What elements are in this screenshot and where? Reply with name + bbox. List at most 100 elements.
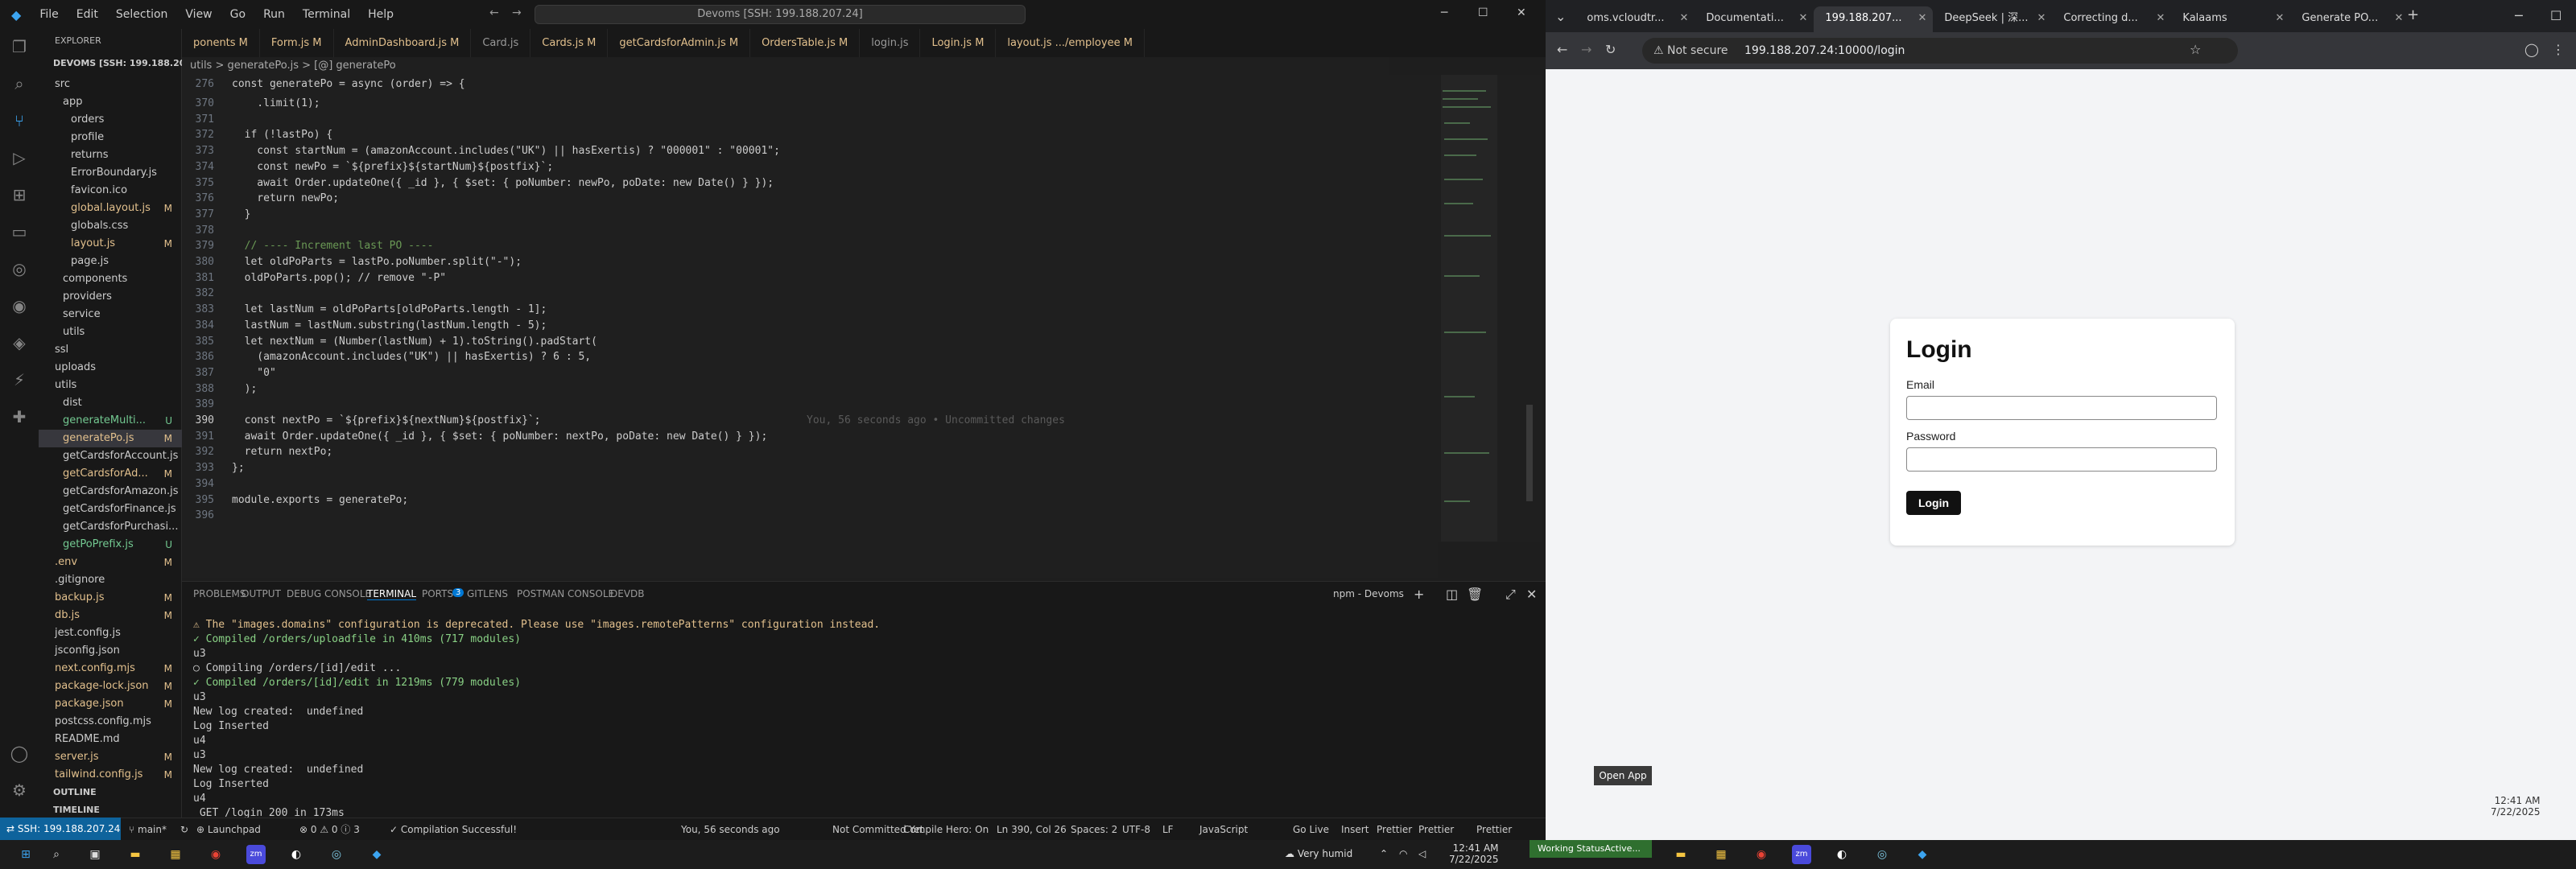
- browser-tab[interactable]: oms.vcloudtr... ✕: [1575, 6, 1695, 32]
- tree-item[interactable]: providers: [39, 288, 182, 306]
- editor-tab[interactable]: OrdersTable.js M: [750, 29, 861, 57]
- vscode-taskbar-icon-2[interactable]: ◆: [1913, 845, 1932, 864]
- maximize-icon[interactable]: ☐: [1478, 6, 1488, 19]
- live-share-icon[interactable]: ⚡: [10, 370, 29, 389]
- tree-item[interactable]: page.js: [39, 253, 182, 270]
- file-explorer-icon[interactable]: ▬: [126, 845, 145, 864]
- panel-tab-gitlens[interactable]: GITLENS: [467, 588, 508, 599]
- files-icon[interactable]: ❐: [10, 37, 29, 56]
- tree-item[interactable]: returns: [39, 146, 182, 164]
- menu-help[interactable]: Help: [359, 8, 402, 21]
- tree-item[interactable]: tailwind.config.js M: [39, 766, 182, 784]
- tree-item[interactable]: jsconfig.json: [39, 642, 182, 660]
- timeline-section[interactable]: TIMELINE: [53, 805, 100, 815]
- email-field[interactable]: [1906, 396, 2217, 420]
- panel-tab-ports[interactable]: PORTS: [422, 588, 453, 599]
- command-center-search[interactable]: Devoms [SSH: 199.188.207.24]: [535, 5, 1026, 24]
- editor-tab[interactable]: ponents M: [182, 29, 260, 57]
- line-ending[interactable]: LF: [1162, 818, 1174, 841]
- tree-item[interactable]: global.layout.js M: [39, 200, 182, 217]
- wifi-icon[interactable]: ◠: [1399, 848, 1407, 859]
- extensions-icon[interactable]: ⊞: [10, 185, 29, 204]
- editor-tab[interactable]: Login.js M: [920, 29, 997, 57]
- chrome-taskbar-icon-2[interactable]: ◉: [1752, 845, 1771, 864]
- browser-tab[interactable]: DeepSeek | 深... ✕: [1933, 6, 2052, 32]
- tree-item[interactable]: postcss.config.mjs: [39, 713, 182, 731]
- tree-item[interactable]: ErrorBoundary.js: [39, 164, 182, 182]
- remote-app-icon-2[interactable]: ◎: [1872, 845, 1892, 864]
- weather-widget[interactable]: ☁ Very humid: [1285, 848, 1352, 859]
- task-view-icon[interactable]: ▣: [85, 845, 105, 864]
- tree-item[interactable]: getCardsforPurchasi...: [39, 518, 182, 536]
- encoding[interactable]: UTF-8: [1122, 818, 1150, 841]
- breadcrumb[interactable]: utils > generatePo.js > [@] generatePo: [182, 57, 1389, 75]
- tree-item[interactable]: backup.js M: [39, 589, 182, 607]
- browser-minimize-icon[interactable]: ─: [2515, 8, 2523, 23]
- panel-tab-terminal[interactable]: TERMINAL: [367, 588, 417, 600]
- tree-item[interactable]: package-lock.json M: [39, 677, 182, 695]
- browser-tab-close-icon[interactable]: ✕: [2157, 6, 2165, 31]
- browser-tab-close-icon[interactable]: ✕: [1680, 6, 1689, 31]
- open-app-button[interactable]: Open App: [1594, 766, 1652, 785]
- tree-item[interactable]: server.js M: [39, 748, 182, 766]
- prettier-status-3[interactable]: Prettier: [1476, 818, 1512, 841]
- tree-item[interactable]: generatePo.js M: [39, 430, 182, 447]
- tree-item[interactable]: db.js M: [39, 607, 182, 624]
- menu-go[interactable]: Go: [221, 8, 254, 21]
- outline-section[interactable]: OUTLINE: [53, 787, 97, 797]
- browser-tab[interactable]: Documentati... ✕: [1695, 6, 1814, 32]
- compile-status[interactable]: ✓ Compilation Successful!: [390, 818, 517, 841]
- tree-item[interactable]: getCardsforAccount.js: [39, 447, 182, 465]
- new-tab-icon[interactable]: +: [2407, 6, 2419, 23]
- editor-tab[interactable]: login.js: [860, 29, 921, 57]
- browser-menu-icon[interactable]: ⋮: [2552, 42, 2565, 57]
- sync-icon[interactable]: ↻: [180, 818, 188, 841]
- tree-item[interactable]: jest.config.js: [39, 624, 182, 642]
- tree-item[interactable]: package.json M: [39, 695, 182, 713]
- taskbar-clock[interactable]: 12:41 AM 7/22/2025: [1449, 842, 1499, 865]
- editor-tab[interactable]: getCardsforAdmin.js M: [608, 29, 751, 57]
- close-icon[interactable]: ✕: [1517, 6, 1526, 19]
- browser-back-icon[interactable]: ←: [1557, 42, 1567, 57]
- tree-item[interactable]: app: [39, 93, 182, 111]
- gitlens-icon[interactable]: ◎: [10, 259, 29, 278]
- editor-tab[interactable]: AdminDashboard.js M: [334, 29, 472, 57]
- tree-item[interactable]: .gitignore: [39, 571, 182, 589]
- tree-item[interactable]: uploads: [39, 359, 182, 377]
- account-icon[interactable]: ◯: [10, 743, 29, 763]
- menu-file[interactable]: File: [31, 8, 67, 21]
- insert-mode[interactable]: Insert: [1341, 818, 1368, 841]
- zoom-app-icon-2[interactable]: zm: [1792, 845, 1811, 864]
- chrome-taskbar-icon[interactable]: ◉: [206, 845, 225, 864]
- panel-tab-output[interactable]: OUTPUT: [242, 588, 281, 599]
- trash-icon[interactable]: 🗑: [1467, 587, 1483, 602]
- tree-item[interactable]: service: [39, 306, 182, 323]
- browser-tab[interactable]: 199.188.207... ✕: [1814, 6, 1934, 32]
- compile-hero-status[interactable]: Compile Hero: On: [903, 818, 989, 841]
- windows-start-icon[interactable]: ⊞: [16, 845, 35, 864]
- file-explorer-icon-2[interactable]: ▬: [1671, 845, 1690, 864]
- menu-terminal[interactable]: Terminal: [294, 8, 359, 21]
- minimize-icon[interactable]: ─: [1441, 6, 1447, 19]
- search-icon[interactable]: ⌕: [10, 74, 29, 93]
- bookmark-star-icon[interactable]: ☆: [2190, 42, 2201, 57]
- tree-item[interactable]: orders: [39, 111, 182, 129]
- database-icon[interactable]: ◈: [10, 333, 29, 352]
- cursor-position[interactable]: Ln 390, Col 26: [997, 818, 1067, 841]
- remote-app-icon[interactable]: ◎: [327, 845, 346, 864]
- browser-tab-close-icon[interactable]: ✕: [2037, 6, 2046, 31]
- browser-tab-close-icon[interactable]: ✕: [1918, 6, 1927, 31]
- editor-tab[interactable]: layout.js .../employee M: [996, 29, 1145, 57]
- taskbar-search-icon[interactable]: ⌕: [47, 845, 66, 864]
- menu-selection[interactable]: Selection: [107, 8, 177, 21]
- tree-item[interactable]: README.md: [39, 731, 182, 748]
- editor-tab[interactable]: Cards.js M: [530, 29, 609, 57]
- run-debug-icon[interactable]: ▷: [10, 148, 29, 167]
- split-terminal-icon[interactable]: ◫: [1446, 587, 1458, 602]
- remote-explorer-icon[interactable]: ▭: [10, 222, 29, 241]
- tree-item[interactable]: src: [39, 76, 182, 93]
- tree-item[interactable]: getCardsforAd... M: [39, 465, 182, 483]
- menu-run[interactable]: Run: [254, 8, 294, 21]
- calendar-app-icon[interactable]: ▦: [166, 845, 185, 864]
- editor-tab[interactable]: Form.js M: [260, 29, 334, 57]
